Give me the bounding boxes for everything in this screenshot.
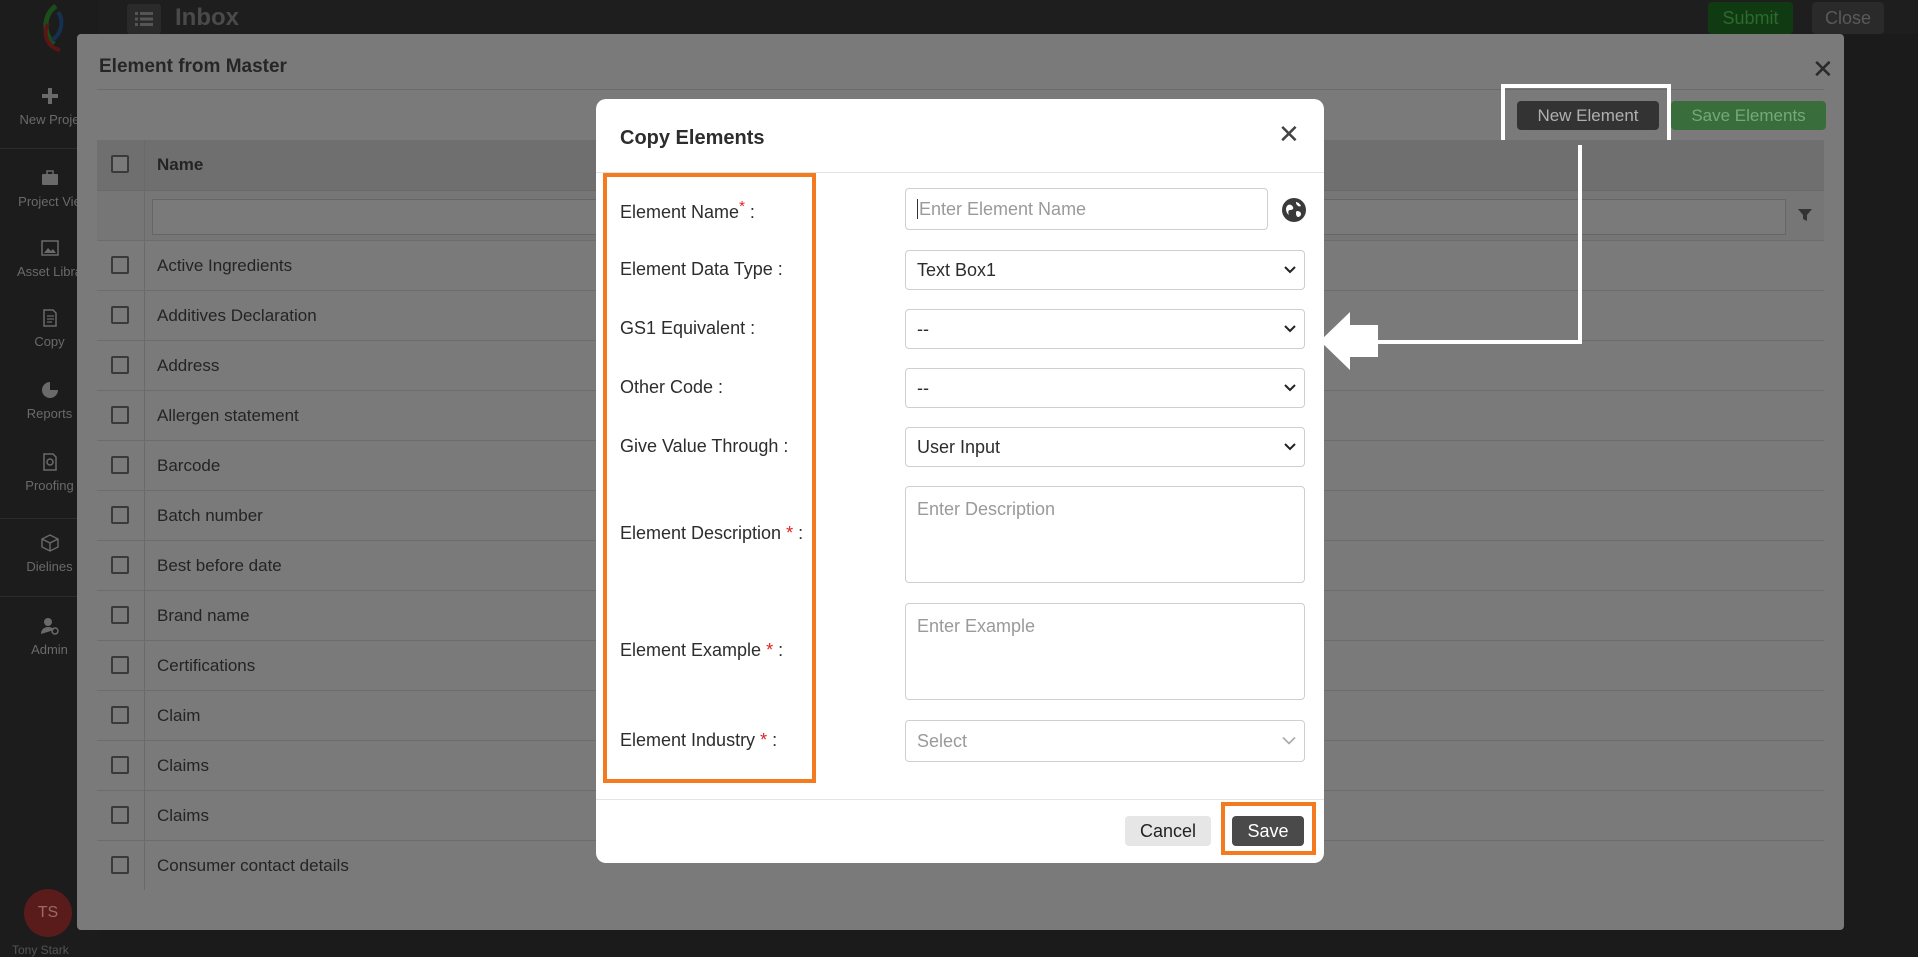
- row-checkbox[interactable]: [111, 756, 129, 774]
- chevron-down-icon: [1284, 266, 1296, 274]
- row-name: Batch number: [157, 506, 263, 525]
- row-name: Active Ingredients: [157, 256, 293, 275]
- filter-icon[interactable]: [1797, 207, 1813, 223]
- divider: [144, 291, 145, 340]
- row-checkbox[interactable]: [111, 256, 129, 274]
- input-placeholder: Enter Element Name: [919, 198, 1087, 219]
- user-gear-icon: [40, 618, 59, 635]
- chevron-down-icon: [1284, 384, 1296, 392]
- divider: [144, 391, 145, 440]
- menu-button[interactable]: [127, 4, 161, 34]
- box-icon: [40, 534, 59, 552]
- close-icon[interactable]: ✕: [1278, 121, 1300, 147]
- input-placeholder: Enter Description: [917, 499, 1056, 519]
- divider: [144, 341, 145, 390]
- divider: [144, 841, 145, 890]
- row-name: Claim: [157, 706, 201, 725]
- row-checkbox[interactable]: [111, 506, 129, 524]
- other-code-select[interactable]: --: [905, 368, 1305, 408]
- divider: [144, 491, 145, 540]
- cancel-button[interactable]: Cancel: [1125, 816, 1211, 846]
- page-title: Inbox: [175, 4, 239, 31]
- example-textarea[interactable]: Enter Example: [905, 603, 1305, 700]
- row-name: Address: [157, 356, 220, 375]
- row-name: Claims: [157, 806, 209, 825]
- app-logo: [43, 4, 64, 52]
- avatar[interactable]: TS: [24, 889, 72, 937]
- divider: [144, 441, 145, 490]
- select-value: --: [917, 318, 929, 339]
- pie-chart-icon: [41, 382, 58, 398]
- divider: [144, 191, 145, 240]
- row-checkbox[interactable]: [111, 606, 129, 624]
- industry-select[interactable]: Select: [905, 720, 1305, 762]
- row-checkbox[interactable]: [111, 706, 129, 724]
- save-elements-button[interactable]: Save Elements: [1671, 101, 1826, 130]
- value-through-select[interactable]: User Input: [905, 427, 1305, 467]
- labels-highlight: [603, 173, 816, 783]
- column-header-name[interactable]: Name: [157, 155, 203, 175]
- globe-icon[interactable]: [1280, 196, 1308, 224]
- row-checkbox[interactable]: [111, 306, 129, 324]
- close-button[interactable]: Close: [1812, 2, 1884, 34]
- row-name: Best before date: [157, 556, 282, 575]
- divider: [144, 591, 145, 640]
- list-icon: [135, 12, 153, 26]
- gs1-equivalent-select[interactable]: --: [905, 309, 1305, 349]
- select-value: User Input: [917, 436, 1001, 457]
- close-icon[interactable]: ✕: [1812, 54, 1834, 85]
- dialog-title: Copy Elements: [620, 127, 765, 149]
- row-checkbox[interactable]: [111, 656, 129, 674]
- row-checkbox[interactable]: [111, 406, 129, 424]
- row-name: Consumer contact details: [157, 856, 349, 875]
- divider: [144, 641, 145, 690]
- row-checkbox[interactable]: [111, 856, 129, 874]
- row-checkbox[interactable]: [111, 806, 129, 824]
- divider: [144, 241, 145, 290]
- row-checkbox[interactable]: [111, 556, 129, 574]
- divider: [144, 140, 145, 190]
- text-cursor: [917, 199, 918, 219]
- plus-icon: [41, 88, 58, 104]
- new-element-highlight: [1501, 84, 1671, 145]
- row-name: Certifications: [157, 656, 256, 675]
- copy-elements-dialog: Copy Elements ✕ Element Name* : Enter El…: [596, 99, 1324, 863]
- input-placeholder: Select: [917, 730, 968, 751]
- divider: [144, 741, 145, 790]
- document-icon: [42, 309, 57, 327]
- row-name: Barcode: [157, 456, 221, 475]
- row-checkbox[interactable]: [111, 456, 129, 474]
- select-all-checkbox[interactable]: [111, 155, 129, 173]
- row-name: Claims: [157, 756, 209, 775]
- modal-title: Element from Master: [99, 56, 287, 77]
- top-bar: Inbox Submit Close: [99, 0, 1918, 34]
- save-highlight: [1221, 802, 1316, 855]
- input-placeholder: Enter Example: [917, 616, 1036, 636]
- data-type-select[interactable]: Text Box1: [905, 250, 1305, 290]
- proof-search-icon: [42, 453, 57, 471]
- divider: [144, 791, 145, 840]
- avatar-name: Tony Stark: [12, 943, 69, 957]
- chevron-down-icon: [1284, 325, 1296, 333]
- row-checkbox[interactable]: [111, 356, 129, 374]
- row-name: Allergen statement: [157, 406, 299, 425]
- description-textarea[interactable]: Enter Description: [905, 486, 1305, 583]
- chevron-down-icon: [1284, 443, 1296, 451]
- select-value: Text Box1: [917, 259, 997, 280]
- element-name-input[interactable]: Enter Element Name: [905, 188, 1268, 230]
- chevron-down-icon: [1282, 736, 1296, 745]
- divider: [144, 541, 145, 590]
- row-name: Brand name: [157, 606, 250, 625]
- select-value: --: [917, 377, 929, 398]
- submit-button[interactable]: Submit: [1708, 2, 1793, 34]
- divider: [144, 691, 145, 740]
- divider: [596, 799, 1324, 800]
- briefcase-icon: [41, 170, 58, 185]
- image-icon: [40, 240, 59, 256]
- row-name: Additives Declaration: [157, 306, 317, 325]
